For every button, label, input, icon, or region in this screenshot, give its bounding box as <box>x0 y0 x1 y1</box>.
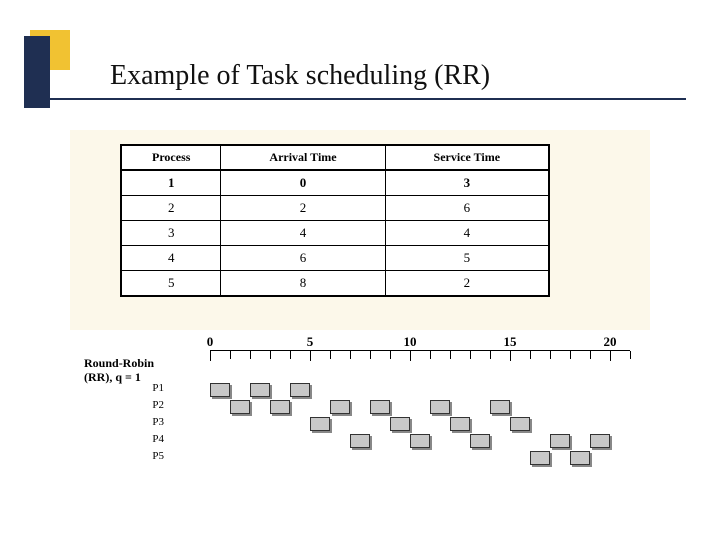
table-row: 103 <box>121 170 549 196</box>
table-cell: 6 <box>385 196 549 221</box>
gantt-segment <box>230 400 250 414</box>
gantt-segment <box>470 434 490 448</box>
table-cell: 4 <box>385 221 549 246</box>
col-service: Service Time <box>385 145 549 170</box>
table-cell: 2 <box>221 196 385 221</box>
axis-label: 5 <box>307 334 314 350</box>
table-row: 226 <box>121 196 549 221</box>
gantt-segment <box>490 400 510 414</box>
gantt-rows: P1P2P3P4P5 <box>170 382 630 467</box>
table-cell: 3 <box>385 170 549 196</box>
gantt-segment <box>330 400 350 414</box>
table-header-row: Process Arrival Time Service Time <box>121 145 549 170</box>
gantt-segment <box>310 417 330 431</box>
table-row: 344 <box>121 221 549 246</box>
gantt-segment <box>290 383 310 397</box>
content-panel: Process Arrival Time Service Time 103226… <box>70 130 650 500</box>
gantt-segment <box>390 417 410 431</box>
header-ornament <box>24 30 94 130</box>
gantt-segment <box>590 434 610 448</box>
algo-line1: Round-Robin <box>84 356 154 370</box>
algo-line2: (RR), q = 1 <box>84 370 141 384</box>
axis-major-labels: 0 5 10 15 20 <box>210 334 630 348</box>
col-arrival: Arrival Time <box>221 145 385 170</box>
gantt-row: P1 <box>170 382 630 399</box>
table-cell: 2 <box>385 271 549 297</box>
table-cell: 4 <box>121 246 221 271</box>
gantt-segment <box>270 400 290 414</box>
table-cell: 3 <box>121 221 221 246</box>
gantt-segment <box>430 400 450 414</box>
col-process: Process <box>121 145 221 170</box>
gantt-segment <box>250 383 270 397</box>
axis-label: 0 <box>207 334 214 350</box>
gantt-segment <box>510 417 530 431</box>
page-title: Example of Task scheduling (RR) <box>110 60 490 92</box>
gantt-row: P5 <box>170 450 630 467</box>
table-cell: 0 <box>221 170 385 196</box>
axis-label: 20 <box>604 334 617 350</box>
table-cell: 5 <box>385 246 549 271</box>
gantt-segment <box>210 383 230 397</box>
table-row: 465 <box>121 246 549 271</box>
axis-label: 15 <box>504 334 517 350</box>
gantt-segment <box>350 434 370 448</box>
gantt-segment <box>450 417 470 431</box>
table-cell: 4 <box>221 221 385 246</box>
header-divider <box>34 98 686 100</box>
gantt-row: P4 <box>170 433 630 450</box>
axis-ticks <box>210 350 630 361</box>
table-cell: 2 <box>121 196 221 221</box>
algorithm-label: Round-Robin (RR), q = 1 <box>84 356 154 384</box>
bullet-square <box>14 108 34 118</box>
table-cell: 8 <box>221 271 385 297</box>
gantt-row-label: P3 <box>152 416 164 428</box>
gantt-row-label: P1 <box>152 382 164 394</box>
gantt-segment <box>370 400 390 414</box>
gantt-row: P2 <box>170 399 630 416</box>
gantt-row-label: P4 <box>152 433 164 445</box>
table-cell: 1 <box>121 170 221 196</box>
table-cell: 6 <box>221 246 385 271</box>
gantt-row-label: P2 <box>152 399 164 411</box>
gantt-row: P3 <box>170 416 630 433</box>
process-table: Process Arrival Time Service Time 103226… <box>120 144 550 297</box>
table-cell: 5 <box>121 271 221 297</box>
gantt-segment <box>530 451 550 465</box>
axis-label: 10 <box>404 334 417 350</box>
gantt-segment <box>410 434 430 448</box>
gantt-chart: 05101520 Round-Robin (RR), q = 1 P1P2P3P… <box>70 330 650 500</box>
gantt-segment <box>550 434 570 448</box>
gantt-row-label: P5 <box>152 450 164 462</box>
gantt-segment <box>570 451 590 465</box>
table-row: 582 <box>121 271 549 297</box>
